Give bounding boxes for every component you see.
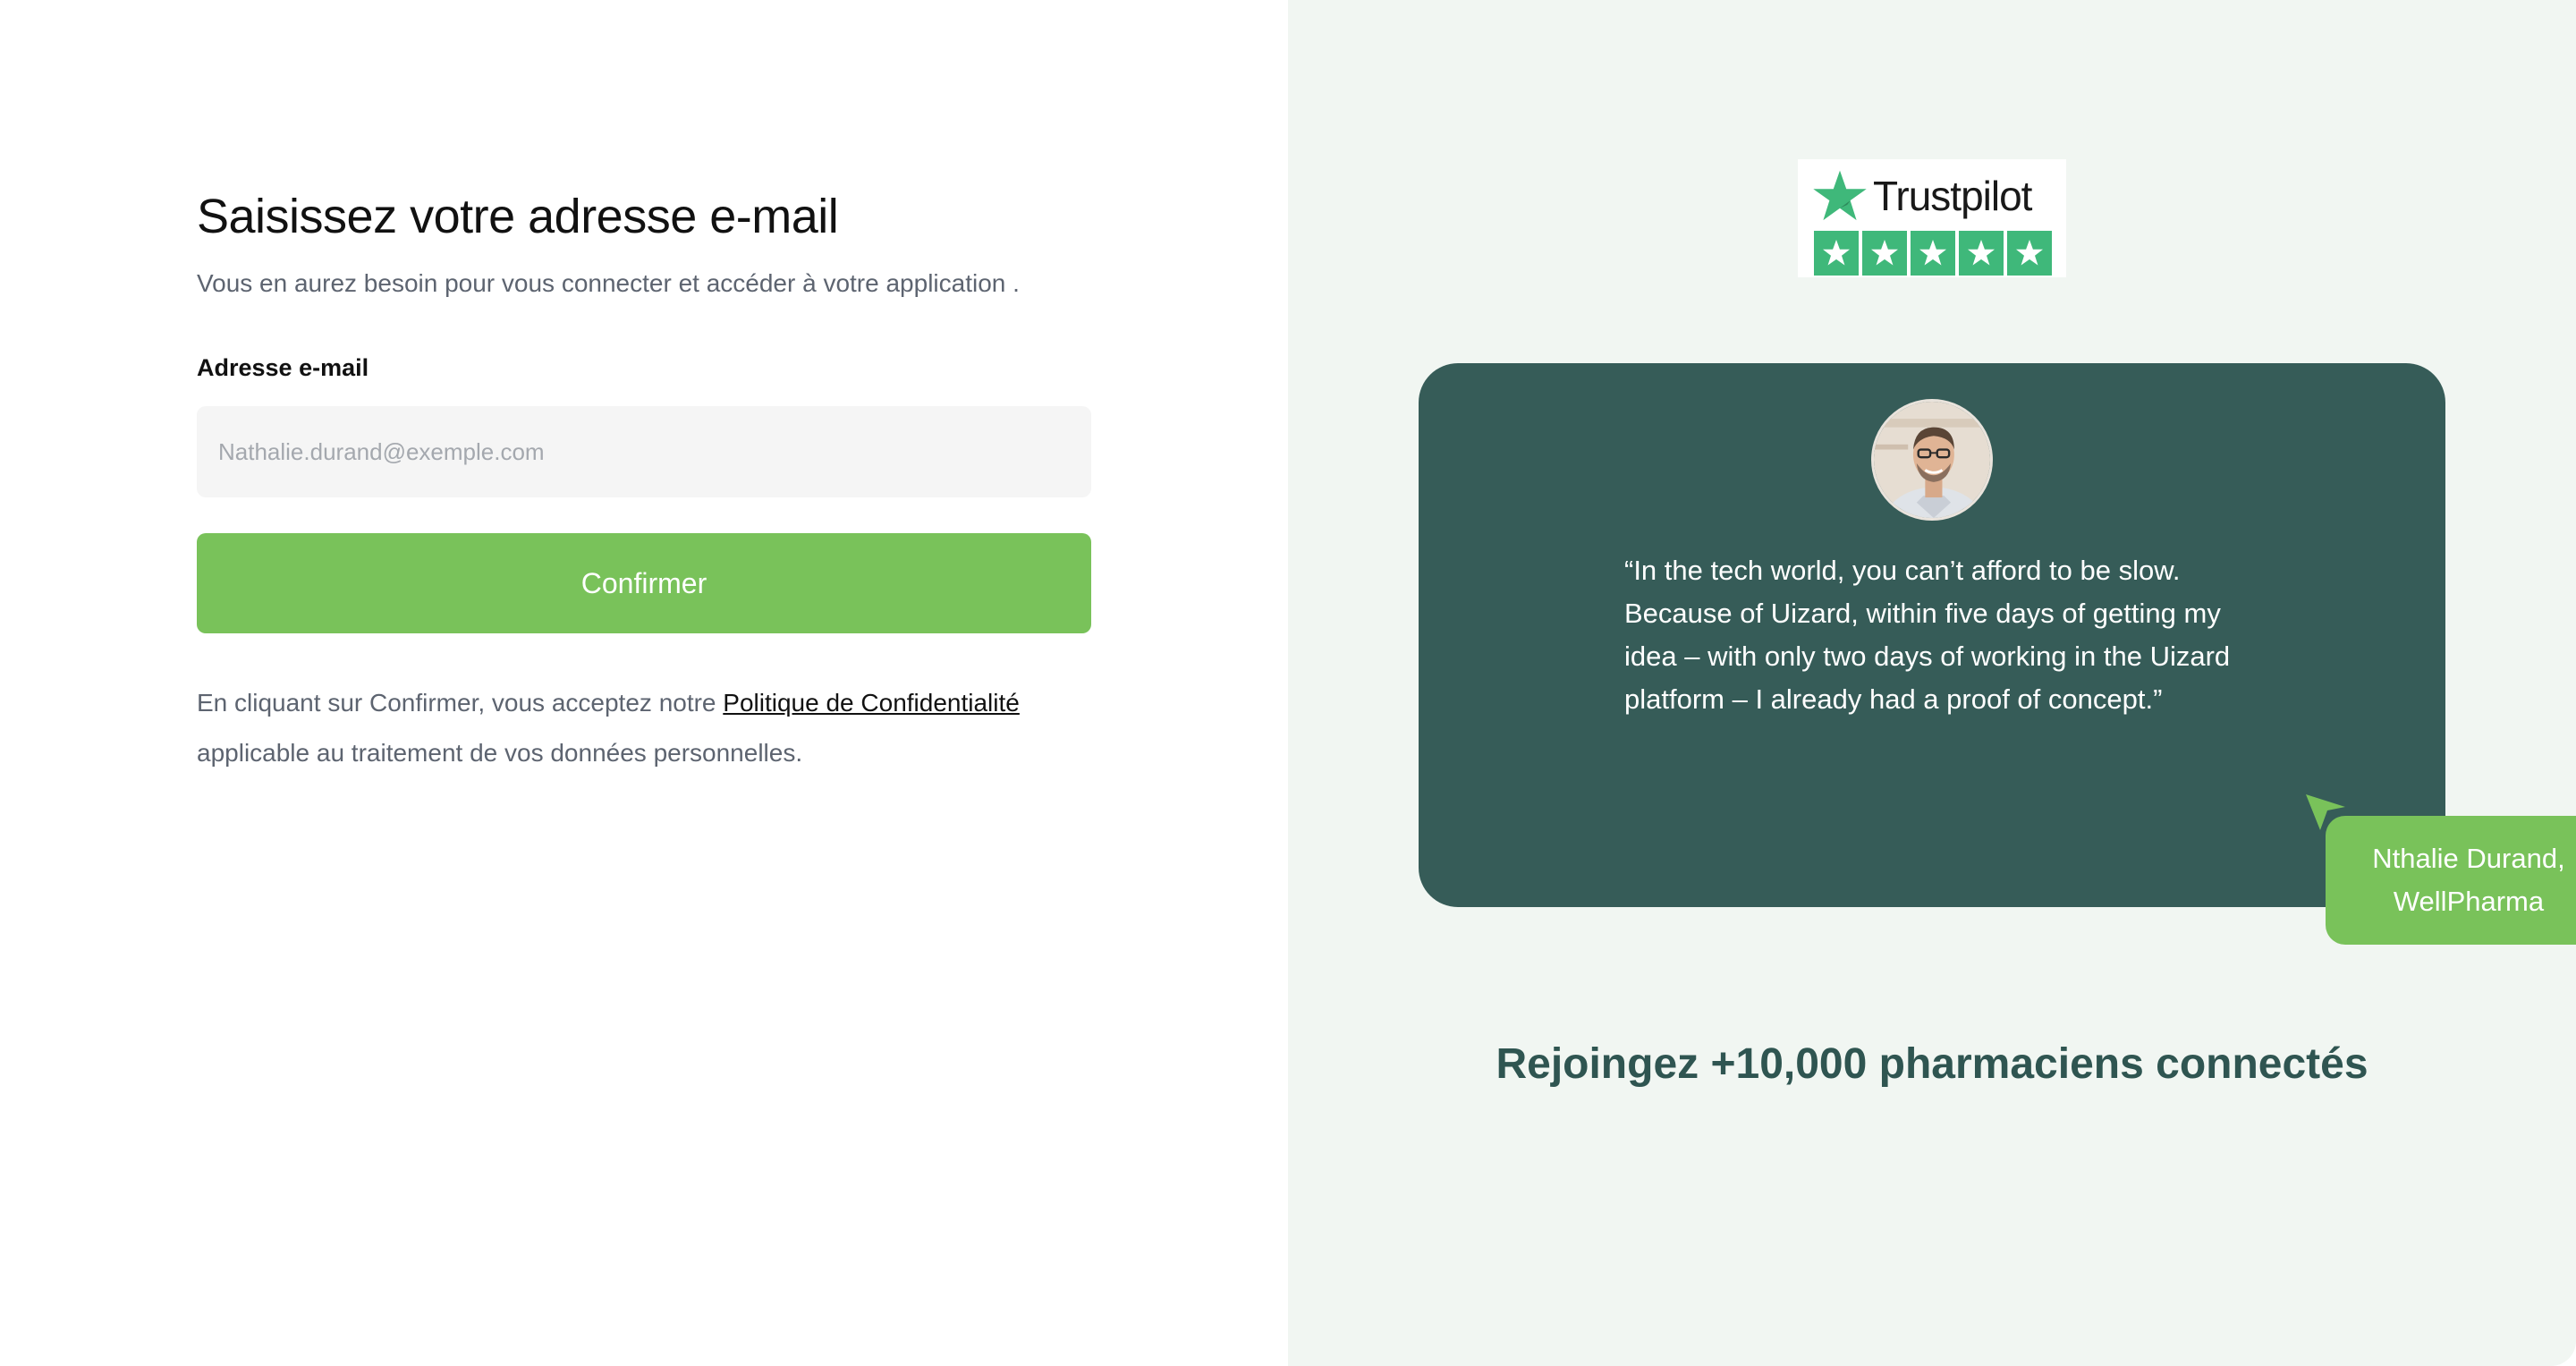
avatar-photo: [1874, 402, 1990, 518]
star-icon: [1959, 231, 2004, 276]
star-icon: [1862, 231, 1907, 276]
testimonial-card: “In the tech world, you can’t afford to …: [1419, 363, 2445, 907]
author-company: WellPharma: [2393, 886, 2545, 917]
legal-prefix: En cliquant sur Confirmer, vous acceptez…: [197, 689, 724, 717]
page-title: Saisissez votre adresse e-mail: [197, 190, 839, 243]
trustpilot-brand-name: Trustpilot: [1873, 173, 2032, 219]
star-icon: [2007, 231, 2052, 276]
confirm-button[interactable]: Confirmer: [197, 533, 1091, 633]
trustpilot-star-icon: [1813, 170, 1867, 221]
author-name: Nthalie Durand,: [2372, 843, 2565, 874]
testimonial-author-badge: Nthalie Durand, WellPharma: [2326, 816, 2576, 945]
trustpilot-logo: Trustpilot: [1798, 159, 2066, 277]
page-subtitle: Vous en aurez besoin pour vous connecter…: [197, 269, 1020, 297]
testimonial-quote: “In the tech world, you can’t afford to …: [1624, 555, 2231, 715]
star-icon: [1814, 231, 1859, 276]
social-proof-panel: Trustpilot “In the tech world, you can’t…: [1288, 0, 2576, 1366]
join-tagline: Rejoingez +10,000 pharmaciens connectés: [1496, 1040, 2368, 1088]
email-form: Saisissez votre adresse e-mail Vous en a…: [197, 186, 1091, 778]
trustpilot-rating: [1814, 231, 2052, 276]
star-icon: [1911, 231, 1955, 276]
email-label: Adresse e-mail: [197, 354, 369, 381]
signup-page: Saisissez votre adresse e-mail Vous en a…: [0, 0, 2576, 1366]
legal-notice: En cliquant sur Confirmer, vous acceptez…: [197, 678, 1091, 778]
avatar: [1871, 399, 1993, 521]
trustpilot-brand: Trustpilot: [1812, 168, 2032, 224]
privacy-policy-link[interactable]: Politique de Confidentialité: [723, 689, 1020, 717]
legal-suffix: applicable au traitement de vos données …: [197, 739, 803, 767]
email-input[interactable]: [197, 406, 1091, 497]
email-form-panel: Saisissez votre adresse e-mail Vous en a…: [0, 0, 1288, 1366]
